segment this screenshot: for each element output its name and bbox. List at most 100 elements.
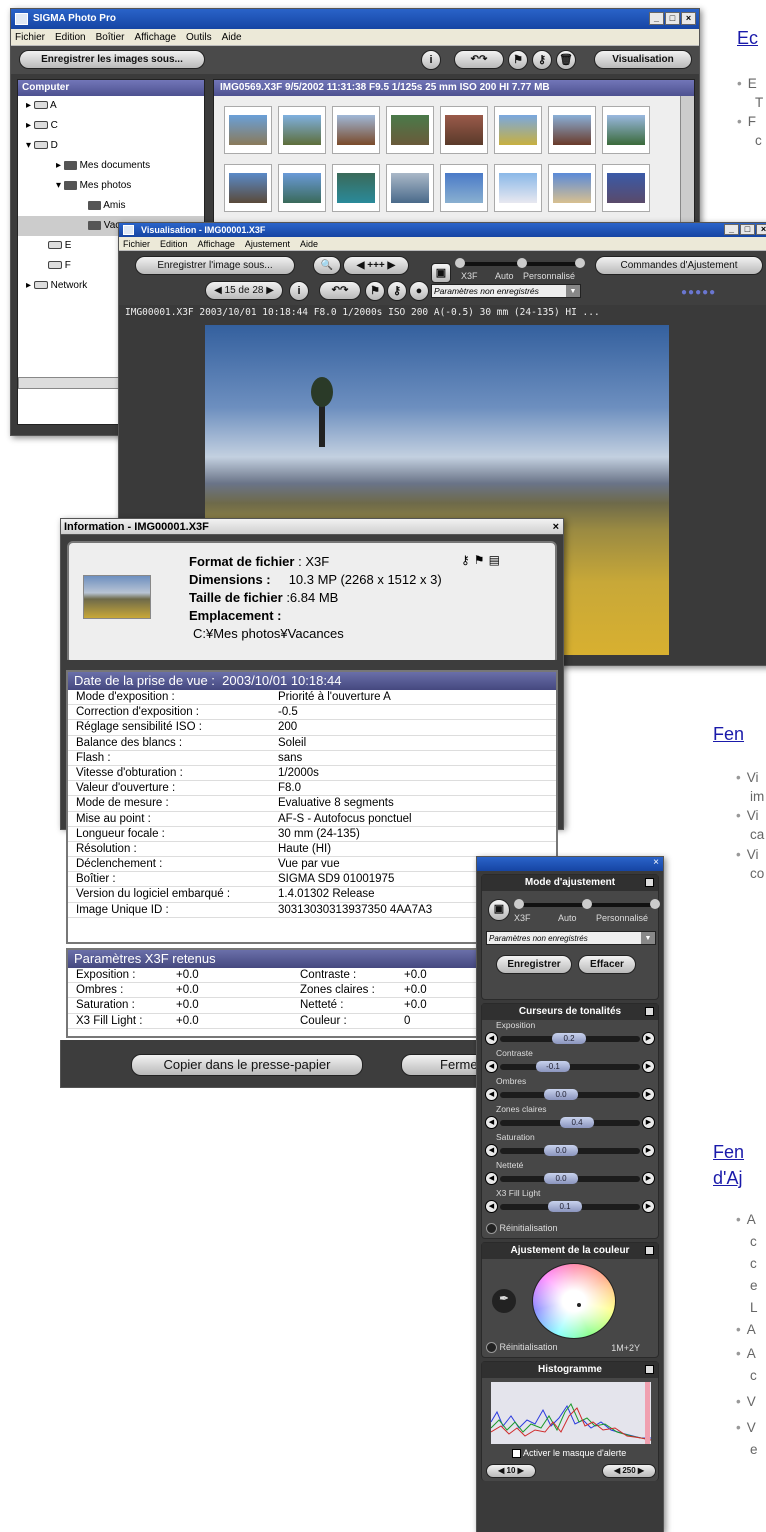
shadows-slider[interactable]: Ombres ◀ 0.0 ▶: [482, 1076, 658, 1104]
collapse-icon[interactable]: [645, 1365, 654, 1374]
alert-mask-checkbox[interactable]: Activer le masque d'alerte: [512, 1448, 626, 1459]
copy-clipboard-button[interactable]: Copier dans le presse-papier: [131, 1054, 363, 1076]
mode-knob[interactable]: [582, 899, 592, 909]
close-icon[interactable]: ×: [553, 519, 559, 535]
chevron-down-icon[interactable]: ▼: [566, 285, 580, 297]
arrow-left-icon[interactable]: ◀: [485, 1200, 498, 1213]
thumbnail[interactable]: [440, 164, 488, 212]
menu-item[interactable]: Fichier: [15, 29, 45, 45]
x3f-mode-icon[interactable]: ▣: [488, 899, 510, 921]
highlights-slider[interactable]: Zones claires ◀ 0.4 ▶: [482, 1104, 658, 1132]
key-icon[interactable]: ⚷: [532, 50, 552, 70]
menu-item[interactable]: Edition: [55, 29, 86, 45]
arrow-left-icon[interactable]: ◀: [485, 1116, 498, 1129]
tree-drive-a[interactable]: ▸ A: [26, 96, 57, 116]
page-link-3a[interactable]: Fen: [713, 1142, 744, 1163]
checkbox-icon[interactable]: [512, 1449, 521, 1459]
mode-slider[interactable]: [514, 899, 660, 909]
close-icon[interactable]: ×: [681, 12, 696, 25]
thumbnail[interactable]: [386, 106, 434, 154]
menu-item[interactable]: Ajustement: [245, 237, 290, 250]
menu-item[interactable]: Edition: [160, 237, 188, 250]
params-select[interactable]: Paramètres non enregistrés ▼: [486, 931, 656, 945]
rotate-icon[interactable]: ↶↷: [319, 281, 361, 300]
tree-drive-f[interactable]: F: [48, 256, 71, 276]
arrow-left-icon[interactable]: ◀: [485, 1144, 498, 1157]
thumbnail-scrollbar[interactable]: [680, 96, 694, 238]
page-link-2[interactable]: Fen: [713, 724, 744, 745]
mode-slider[interactable]: [455, 258, 585, 268]
image-counter[interactable]: ◀ 15 de 28 ▶: [205, 281, 283, 300]
thumbnail[interactable]: [224, 106, 272, 154]
thumbnail[interactable]: [440, 106, 488, 154]
zoom-out-icon[interactable]: 🔍: [313, 256, 341, 275]
collapse-icon[interactable]: [645, 878, 654, 887]
tree-drive-e[interactable]: E: [48, 236, 71, 256]
arrow-right-icon[interactable]: ▶: [642, 1172, 655, 1185]
thumbnail[interactable]: [602, 164, 650, 212]
page-link-3b[interactable]: d'Aj: [713, 1168, 742, 1189]
menu-item[interactable]: Affichage: [198, 237, 235, 250]
save-image-button[interactable]: Enregistrer l'image sous...: [135, 256, 295, 275]
color-point[interactable]: [577, 1303, 581, 1307]
view-button[interactable]: Visualisation: [594, 50, 692, 69]
maximize-icon[interactable]: □: [740, 224, 755, 235]
mode-knob[interactable]: [455, 258, 465, 268]
menu-item[interactable]: Aide: [300, 237, 318, 250]
chevron-down-icon[interactable]: ▼: [641, 932, 655, 944]
tree-folder-amis[interactable]: Amis: [88, 196, 125, 216]
mode-knob[interactable]: [575, 258, 585, 268]
close-icon[interactable]: ×: [653, 857, 659, 868]
rating-dots[interactable]: ●●●●●: [681, 287, 716, 298]
page-link-1[interactable]: Ec: [737, 28, 758, 49]
tree-drive-d[interactable]: ▾ D: [26, 136, 58, 156]
minimize-icon[interactable]: _: [724, 224, 739, 235]
color-reset[interactable]: Réinitialisation: [486, 1342, 558, 1353]
tree-folder-photos[interactable]: ▾ Mes photos: [56, 176, 131, 196]
info-icon[interactable]: i: [289, 281, 309, 301]
thumbnail[interactable]: [548, 106, 596, 154]
save-images-button[interactable]: Enregistrer les images sous...: [19, 50, 205, 69]
tree-folder-documents[interactable]: ▸ Mes documents: [56, 156, 150, 176]
arrow-right-icon[interactable]: ▶: [642, 1200, 655, 1213]
flag-icon[interactable]: ⚑: [365, 281, 385, 301]
contrast-slider[interactable]: Contraste ◀ -0.1 ▶: [482, 1048, 658, 1076]
thumbnail[interactable]: [494, 164, 542, 212]
thumbnail[interactable]: [494, 106, 542, 154]
arrow-left-icon[interactable]: ◀: [485, 1088, 498, 1101]
low-threshold[interactable]: ◀ 10 ▶: [486, 1464, 536, 1478]
menu-item[interactable]: Fichier: [123, 237, 150, 250]
menu-item[interactable]: Aide: [222, 29, 242, 45]
flag-icon[interactable]: ⚑: [508, 50, 528, 70]
minimize-icon[interactable]: _: [649, 12, 664, 25]
mode-knob[interactable]: [650, 899, 660, 909]
tone-reset[interactable]: Réinitialisation: [486, 1223, 558, 1234]
trash-icon[interactable]: 🗑: [556, 50, 576, 70]
maximize-icon[interactable]: □: [665, 12, 680, 25]
arrow-left-icon[interactable]: ◀: [485, 1032, 498, 1045]
info-icon[interactable]: i: [421, 50, 441, 70]
close-icon[interactable]: ×: [756, 224, 766, 235]
tree-drive-c[interactable]: ▸ C: [26, 116, 58, 136]
exposure-slider[interactable]: Exposition ◀ 0.2 ▶: [482, 1020, 658, 1048]
menu-item[interactable]: Outils: [186, 29, 212, 45]
arrow-right-icon[interactable]: ▶: [642, 1116, 655, 1129]
tree-network[interactable]: ▸ Network: [26, 276, 87, 296]
params-select[interactable]: Paramètres non enregistrés ▼: [431, 284, 581, 298]
thumbnail[interactable]: [386, 164, 434, 212]
arrow-left-icon[interactable]: ◀: [485, 1060, 498, 1073]
rotate-icon[interactable]: ↶↷: [454, 50, 504, 69]
save-settings-button[interactable]: Enregistrer: [496, 955, 572, 974]
arrow-left-icon[interactable]: ◀: [485, 1172, 498, 1185]
thumbnail[interactable]: [224, 164, 272, 212]
thumbnail[interactable]: [278, 164, 326, 212]
thumbnail[interactable]: [278, 106, 326, 154]
key-icon[interactable]: ⚷: [387, 281, 407, 301]
fill-light-slider[interactable]: X3 Fill Light ◀ 0.1 ▶: [482, 1188, 658, 1216]
color-wheel[interactable]: [532, 1263, 616, 1339]
thumbnail[interactable]: [332, 106, 380, 154]
collapse-icon[interactable]: [645, 1246, 654, 1255]
arrow-right-icon[interactable]: ▶: [642, 1032, 655, 1045]
clear-settings-button[interactable]: Effacer: [578, 955, 636, 974]
menu-item[interactable]: Affichage: [135, 29, 177, 45]
